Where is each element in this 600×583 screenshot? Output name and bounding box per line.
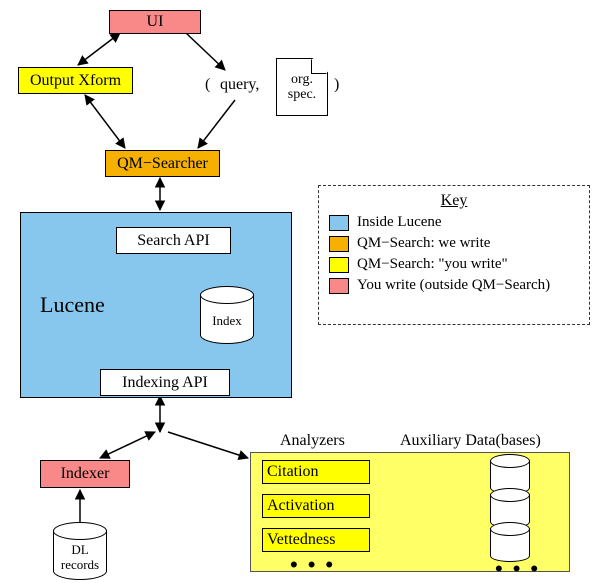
aux-ellipsis: ••• (495, 556, 548, 582)
indexer-label: Indexer (61, 465, 110, 483)
dl-records-db: DL records (53, 522, 107, 580)
legend-label: QM−Search: we write (357, 235, 490, 252)
legend-swatch (329, 278, 349, 294)
ui-label: UI (147, 13, 164, 31)
analyzer-vettedness-label: Vettedness (267, 531, 335, 549)
indexing-api-box: Indexing API (100, 369, 230, 396)
qm-searcher-box: QM−Searcher (105, 150, 220, 177)
legend-label: You write (outside QM−Search) (357, 277, 550, 294)
search-api-label: Search API (137, 232, 209, 250)
output-xform-label: Output Xform (30, 72, 121, 90)
org-spec-label: org. spec. (288, 72, 316, 103)
output-xform-box: Output Xform (18, 67, 133, 94)
index-db: Index (200, 286, 254, 344)
legend-swatch (329, 236, 349, 252)
legend-title: Key (329, 192, 579, 210)
legend-row-wewrite: QM−Search: we write (329, 235, 579, 252)
dl-records-label: DL records (61, 543, 99, 572)
legend-row-lucene: Inside Lucene (329, 214, 579, 231)
analyzer-activation: Activation (262, 494, 370, 518)
analyzer-vettedness: Vettedness (262, 528, 370, 552)
indexer-box: Indexer (40, 460, 130, 488)
query-open: ( (205, 76, 210, 94)
index-db-label: Index (212, 314, 242, 328)
legend-label: Inside Lucene (357, 214, 442, 231)
legend-swatch (329, 257, 349, 273)
legend-row-outside: You write (outside QM−Search) (329, 277, 579, 294)
analyzer-activation-label: Activation (267, 497, 335, 515)
lucene-label: Lucene (40, 292, 105, 318)
legend-row-youwrite: QM−Search: "you write" (329, 256, 579, 273)
aux-heading: Auxiliary Data(bases) (400, 432, 541, 450)
legend-swatch (329, 215, 349, 231)
search-api-box: Search API (116, 227, 231, 254)
ui-box: UI (109, 10, 201, 34)
analyzer-citation-label: Citation (267, 463, 319, 481)
indexing-api-label: Indexing API (122, 374, 208, 392)
analyzer-ellipsis: ••• (290, 552, 343, 578)
analyzer-citation: Citation (262, 460, 370, 484)
analyzers-heading: Analyzers (280, 432, 345, 450)
query-close: ) (334, 76, 339, 94)
query-text: query, (220, 76, 259, 94)
legend: Key Inside Lucene QM−Search: we write QM… (318, 185, 590, 325)
legend-label: QM−Search: "you write" (357, 256, 508, 273)
org-spec-doc: org. spec. (276, 58, 328, 116)
qm-searcher-label: QM−Searcher (117, 155, 208, 173)
